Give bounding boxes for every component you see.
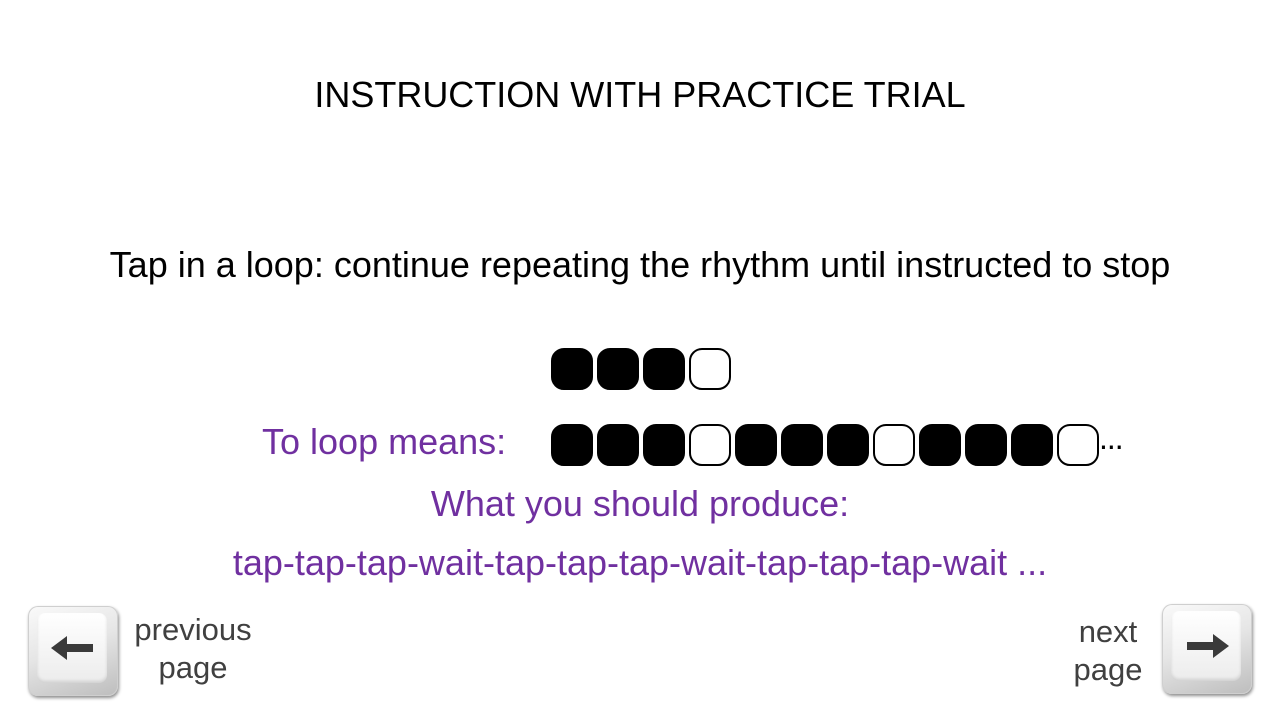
loop-tap-box bbox=[965, 424, 1007, 466]
loop-tap-box bbox=[827, 424, 869, 466]
previous-page-label[interactable]: previous page bbox=[128, 611, 258, 687]
next-page-label-line2: page bbox=[1073, 652, 1143, 687]
arrow-left-icon bbox=[51, 636, 93, 660]
loop-continuation: ... bbox=[1099, 420, 1124, 456]
loop-tap-box bbox=[1011, 424, 1053, 466]
produce-text: tap-tap-tap-wait-tap-tap-tap-wait-tap-ta… bbox=[232, 542, 1048, 583]
loop-wait-box bbox=[689, 424, 731, 466]
produce-label: What you should produce: bbox=[430, 483, 850, 524]
loop-tap-box bbox=[643, 424, 685, 466]
loop-tap-box bbox=[597, 424, 639, 466]
rhythm-tap-box bbox=[551, 348, 593, 390]
next-page-button[interactable] bbox=[1162, 604, 1252, 694]
loop-tap-box bbox=[781, 424, 823, 466]
previous-page-label-line2: page bbox=[158, 650, 228, 685]
previous-page-label-line1: previous bbox=[134, 612, 252, 647]
loop-label: To loop means: bbox=[262, 421, 507, 462]
instruction-page: INSTRUCTION WITH PRACTICE TRIAL Tap in a… bbox=[0, 0, 1280, 720]
rhythm-tap-box bbox=[597, 348, 639, 390]
loop-wait-box bbox=[873, 424, 915, 466]
arrow-right-icon bbox=[1187, 634, 1229, 658]
instruction-text: Tap in a loop: continue repeating the rh… bbox=[109, 244, 1171, 285]
next-page-label[interactable]: next page bbox=[1050, 613, 1166, 689]
loop-tap-box bbox=[919, 424, 961, 466]
rhythm-wait-box bbox=[689, 348, 731, 390]
loop-tap-box bbox=[551, 424, 593, 466]
next-page-label-line1: next bbox=[1078, 614, 1138, 649]
rhythm-tap-box bbox=[643, 348, 685, 390]
previous-page-button[interactable] bbox=[28, 606, 118, 696]
loop-wait-box bbox=[1057, 424, 1099, 466]
loop-tap-box bbox=[735, 424, 777, 466]
page-title: INSTRUCTION WITH PRACTICE TRIAL bbox=[314, 74, 966, 115]
